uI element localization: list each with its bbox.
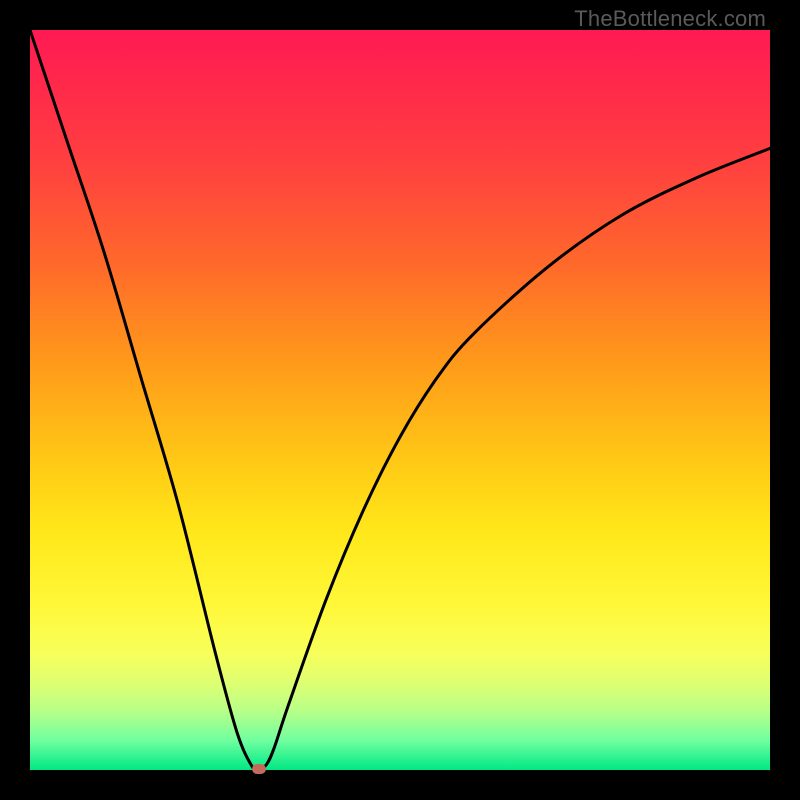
bottleneck-curve-line: [30, 30, 770, 770]
optimum-marker: [252, 764, 266, 774]
watermark-text: TheBottleneck.com: [574, 6, 766, 32]
curve-svg: [30, 30, 770, 770]
plot-area: [30, 30, 770, 770]
chart-frame: TheBottleneck.com: [0, 0, 800, 800]
